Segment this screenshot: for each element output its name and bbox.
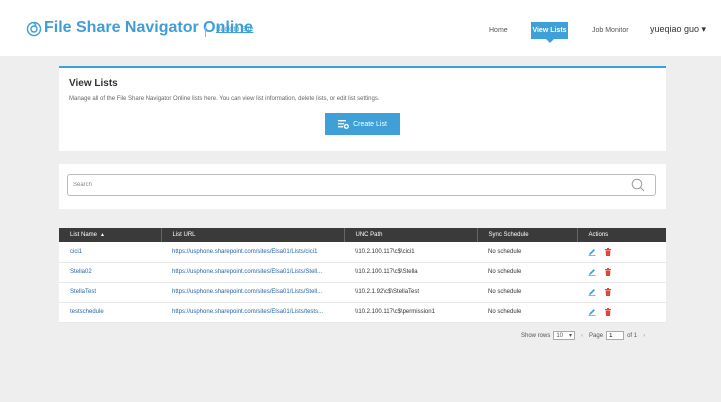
sync-schedule-cell: No schedule bbox=[477, 282, 577, 303]
prev-page-icon[interactable]: ‹ bbox=[578, 333, 586, 339]
table-header-row: List Name ▲ List URL UNC Path Sync Schedu… bbox=[59, 228, 666, 242]
rows-per-page-value: 10 bbox=[556, 332, 564, 339]
search-box bbox=[67, 174, 656, 196]
sync-schedule-cell: No schedule bbox=[477, 242, 577, 263]
view-lists-panel: View Lists Manage all of the File Share … bbox=[59, 66, 666, 151]
delete-icon[interactable] bbox=[604, 268, 612, 276]
next-page-icon[interactable]: › bbox=[640, 333, 648, 339]
active-caret-icon bbox=[546, 39, 554, 43]
nav-view-lists-label: View Lists bbox=[532, 27, 567, 34]
nav-home[interactable]: Home bbox=[489, 27, 508, 34]
nav-job-monitor[interactable]: Job Monitor bbox=[592, 27, 629, 34]
table-row: Stella02 https://usphone.sharepoint.com/… bbox=[59, 262, 666, 283]
table-row: StellaTest https://usphone.sharepoint.co… bbox=[59, 282, 666, 303]
list-name-cell[interactable]: StellaTest bbox=[59, 282, 161, 303]
header-divider bbox=[205, 27, 206, 37]
lists-table: List Name ▲ List URL UNC Path Sync Schedu… bbox=[59, 228, 666, 323]
sort-asc-icon: ▲ bbox=[100, 232, 105, 238]
create-list-icon bbox=[338, 119, 349, 129]
header-sync-schedule: Sync Schedule bbox=[477, 228, 578, 242]
back-to-site-link[interactable]: Back to Site bbox=[216, 26, 253, 33]
top-header: File Share Navigator Online Back to Site… bbox=[0, 0, 721, 56]
delete-icon[interactable] bbox=[604, 288, 612, 296]
pagination: Show rows 10 ▾ ‹ Page of 1 › bbox=[521, 331, 648, 340]
page-number-input[interactable] bbox=[606, 331, 625, 340]
user-menu[interactable]: yueqiao guo ▾ bbox=[650, 24, 706, 35]
list-url-cell[interactable]: https://usphone.sharepoint.com/sites/Els… bbox=[161, 242, 344, 263]
search-icon[interactable] bbox=[631, 178, 645, 192]
header-list-name[interactable]: List Name ▲ bbox=[59, 228, 162, 242]
header-actions: Actions bbox=[577, 228, 666, 242]
page-total-label: of 1 bbox=[627, 332, 638, 339]
table-row: cici1 https://usphone.sharepoint.com/sit… bbox=[59, 242, 666, 263]
edit-icon[interactable] bbox=[588, 268, 596, 276]
create-list-label: Create List bbox=[353, 120, 387, 128]
page-label: Page bbox=[589, 332, 604, 339]
list-url-cell[interactable]: https://usphone.sharepoint.com/sites/Els… bbox=[161, 262, 344, 283]
show-rows-label: Show rows bbox=[521, 332, 551, 339]
header-unc-path: UNC Path bbox=[344, 228, 478, 242]
edit-icon[interactable] bbox=[588, 308, 596, 316]
delete-icon[interactable] bbox=[604, 308, 612, 316]
panel-title: View Lists bbox=[69, 78, 118, 89]
actions-cell bbox=[577, 262, 666, 283]
list-url-cell[interactable]: https://usphone.sharepoint.com/sites/Els… bbox=[161, 302, 344, 323]
search-input[interactable] bbox=[69, 176, 629, 194]
rows-per-page-select[interactable]: 10 ▾ bbox=[553, 331, 576, 340]
list-name-cell[interactable]: cici1 bbox=[59, 242, 161, 263]
sync-schedule-cell: No schedule bbox=[477, 262, 577, 283]
header-list-url: List URL bbox=[161, 228, 345, 242]
table-row: testschedule https://usphone.sharepoint.… bbox=[59, 302, 666, 323]
actions-cell bbox=[577, 282, 666, 303]
logo-icon bbox=[26, 21, 42, 37]
edit-icon[interactable] bbox=[588, 248, 596, 256]
create-list-button[interactable]: Create List bbox=[325, 113, 400, 135]
panel-description: Manage all of the File Share Navigator O… bbox=[69, 96, 380, 102]
nav-view-lists[interactable]: View Lists bbox=[531, 22, 568, 43]
unc-path-cell: \\10.2.100.117\c$\cici1 bbox=[344, 242, 477, 263]
list-name-cell[interactable]: testschedule bbox=[59, 302, 161, 323]
search-panel bbox=[59, 164, 666, 209]
delete-icon[interactable] bbox=[604, 247, 612, 256]
list-url-cell[interactable]: https://usphone.sharepoint.com/sites/Els… bbox=[161, 282, 344, 303]
actions-cell bbox=[577, 302, 666, 323]
unc-path-cell: \\10.2.1.92\c$\StellaTest bbox=[344, 282, 477, 303]
unc-path-cell: \\10.2.100.117\c$\permission1 bbox=[344, 302, 477, 323]
edit-icon[interactable] bbox=[588, 288, 596, 296]
chevron-down-icon: ▾ bbox=[569, 333, 573, 339]
unc-path-cell: \\10.2.100.117\c$\Stella bbox=[344, 262, 477, 283]
list-name-cell[interactable]: Stella02 bbox=[59, 262, 161, 283]
sync-schedule-cell: No schedule bbox=[477, 302, 577, 323]
actions-cell bbox=[577, 242, 666, 263]
